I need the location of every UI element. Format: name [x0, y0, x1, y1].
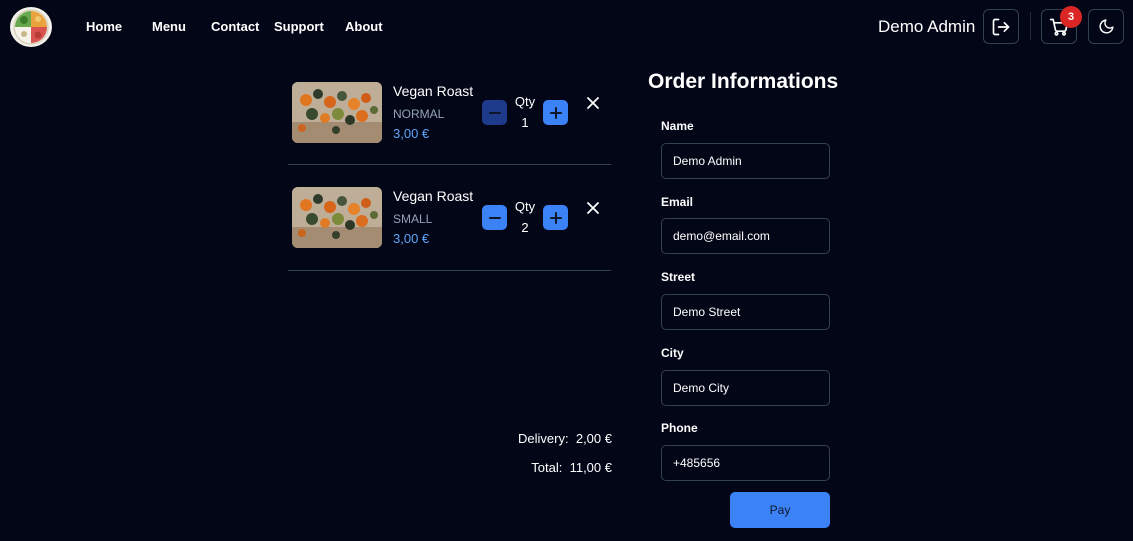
email-label: Email: [661, 195, 694, 209]
theme-toggle-button[interactable]: [1088, 9, 1124, 44]
plus-icon: [549, 106, 562, 119]
delivery-label: Delivery:: [518, 431, 569, 446]
item-name: Vegan Roast: [393, 83, 474, 99]
logout-icon: [992, 18, 1010, 35]
qty-value: 1: [521, 115, 529, 130]
header-divider: [1030, 12, 1031, 40]
increase-qty-button[interactable]: [543, 205, 568, 230]
logout-button[interactable]: [983, 9, 1019, 44]
minus-icon: [488, 111, 501, 114]
item-price: 3,00 €: [393, 231, 430, 246]
item-size: SMALL: [393, 212, 433, 226]
delivery-value: 2,00 €: [575, 431, 612, 446]
item-size: NORMAL: [393, 107, 445, 121]
product-image: [292, 82, 382, 143]
street-label: Street: [661, 270, 696, 284]
decrease-qty-button[interactable]: [482, 205, 507, 230]
cart-item: Vegan Roast SMALL 3,00 € Qty 2: [288, 165, 611, 271]
phone-field[interactable]: [661, 445, 830, 481]
item-name: Vegan Roast: [393, 188, 474, 204]
delivery-summary: Delivery: 2,00 €: [518, 431, 612, 446]
close-icon: [587, 97, 599, 109]
qty-label: Qty: [514, 199, 536, 214]
minus-icon: [488, 216, 501, 219]
product-image: [292, 187, 382, 248]
name-label: Name: [661, 119, 694, 133]
total-value: 11,00 €: [569, 460, 612, 475]
total-summary: Total: 11,00 €: [531, 460, 612, 475]
qty-value: 2: [521, 220, 529, 235]
city-field[interactable]: [661, 370, 830, 406]
email-field[interactable]: [661, 218, 830, 254]
pay-button[interactable]: Pay: [730, 492, 830, 528]
remove-item-button[interactable]: [585, 95, 601, 111]
plus-icon: [549, 211, 562, 224]
user-name: Demo Admin: [878, 17, 976, 36]
order-form-title: Order Informations: [648, 70, 839, 93]
moon-icon: [1099, 19, 1114, 34]
nav-home-link[interactable]: Home: [86, 19, 122, 34]
phone-label: Phone: [661, 421, 698, 435]
cart-item: Vegan Roast NORMAL 3,00 € Qty 1: [288, 59, 611, 165]
item-price: 3,00 €: [393, 126, 430, 141]
nav-menu-link[interactable]: Menu: [152, 19, 186, 34]
name-field[interactable]: [661, 143, 830, 179]
qty-label: Qty: [514, 94, 536, 109]
top-navbar: Home Menu Contact Support About Demo Adm…: [0, 0, 1133, 54]
remove-item-button[interactable]: [585, 200, 601, 216]
close-icon: [587, 202, 599, 214]
cart-count-badge: 3: [1060, 6, 1082, 28]
logo[interactable]: [10, 7, 52, 47]
nav-support-link[interactable]: Support: [274, 19, 324, 34]
decrease-qty-button[interactable]: [482, 100, 507, 125]
street-field[interactable]: [661, 294, 830, 330]
total-label: Total:: [531, 460, 563, 475]
nav-about-link[interactable]: About: [345, 19, 383, 34]
increase-qty-button[interactable]: [543, 100, 568, 125]
city-label: City: [661, 346, 684, 360]
nav-contact-link[interactable]: Contact: [211, 19, 259, 34]
